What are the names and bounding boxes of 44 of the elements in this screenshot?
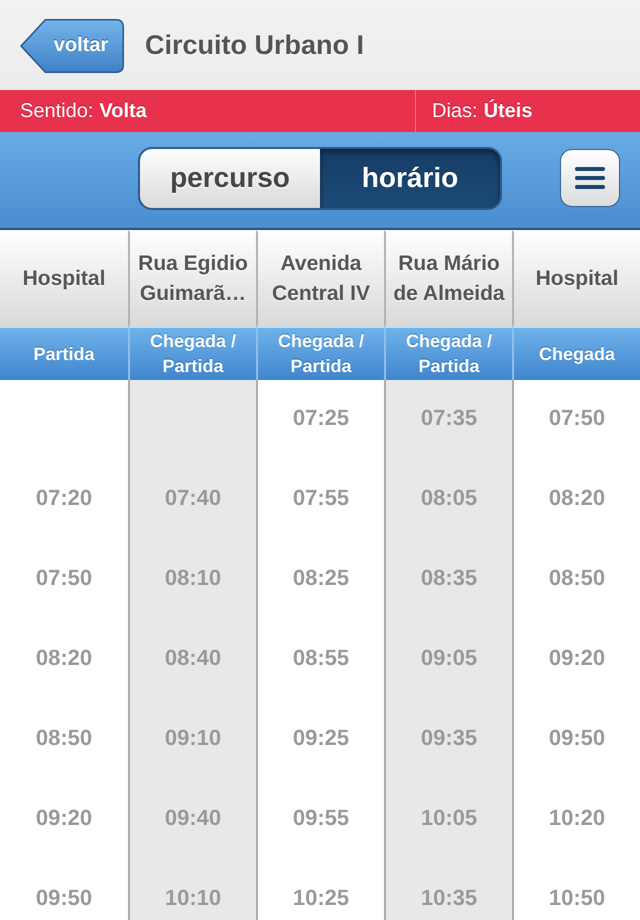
menu-button[interactable] <box>560 149 620 207</box>
info-value: Volta <box>99 100 147 122</box>
column-header: Rua Mário de Almeida <box>384 230 512 326</box>
column-header: Hospital <box>512 230 640 326</box>
menu-icon <box>575 167 605 189</box>
time-cell-text: 07:50 <box>34 564 94 592</box>
time-cell: 10:50 <box>512 860 640 920</box>
time-cell: 09:40 <box>128 780 256 860</box>
column-subheader: Chegada / Partida <box>384 326 512 380</box>
time-cell: 10:10 <box>128 860 256 920</box>
time-cell: 09:10 <box>128 700 256 780</box>
info-label: Dias: <box>432 100 478 122</box>
time-cell: 08:40 <box>128 620 256 700</box>
time-cell: 07:40 <box>128 460 256 540</box>
time-cell-text: 07:20 <box>34 484 94 512</box>
info-label: Sentido: <box>20 100 94 122</box>
time-cell: 08:10 <box>128 540 256 620</box>
time-cell: 08:20 <box>512 460 640 540</box>
time-cell: 09:20 <box>512 620 640 700</box>
time-cell: 10:20 <box>512 780 640 860</box>
time-cell: 07:50 <box>512 380 640 460</box>
view-tab[interactable]: horário <box>320 146 502 210</box>
time-cell: 10:05 <box>384 780 512 860</box>
time-cell: 08:35 <box>384 540 512 620</box>
column-subheader: Chegada <box>512 326 640 380</box>
time-cell: 08:50 <box>512 540 640 620</box>
page-title: Circuito Urbano I <box>145 30 364 60</box>
view-tab[interactable]: percurso <box>138 146 320 210</box>
time-cell-text: 09:50 <box>34 884 94 912</box>
time-cell: 07:35 <box>384 380 512 460</box>
time-cell: 09:35 <box>384 700 512 780</box>
time-cell: 09:50 <box>512 700 640 780</box>
time-cell-text: 09:20 <box>34 804 94 832</box>
time-cell-text: 08:50 <box>34 724 94 752</box>
time-cell: 08:05 <box>384 460 512 540</box>
column-subheader: Chegada / Partida <box>128 326 256 380</box>
column-header: Avenida Central IV <box>256 230 384 326</box>
column-subheader: Partida <box>0 326 128 380</box>
column-subheader: Chegada / Partida <box>256 326 384 380</box>
column-header: Rua Egidio Guimarã… <box>128 230 256 326</box>
time-cell: 09:05 <box>384 620 512 700</box>
time-cell-text: 08:20 <box>34 644 94 672</box>
time-cell: 10:35 <box>384 860 512 920</box>
info-value: Úteis <box>484 100 532 122</box>
